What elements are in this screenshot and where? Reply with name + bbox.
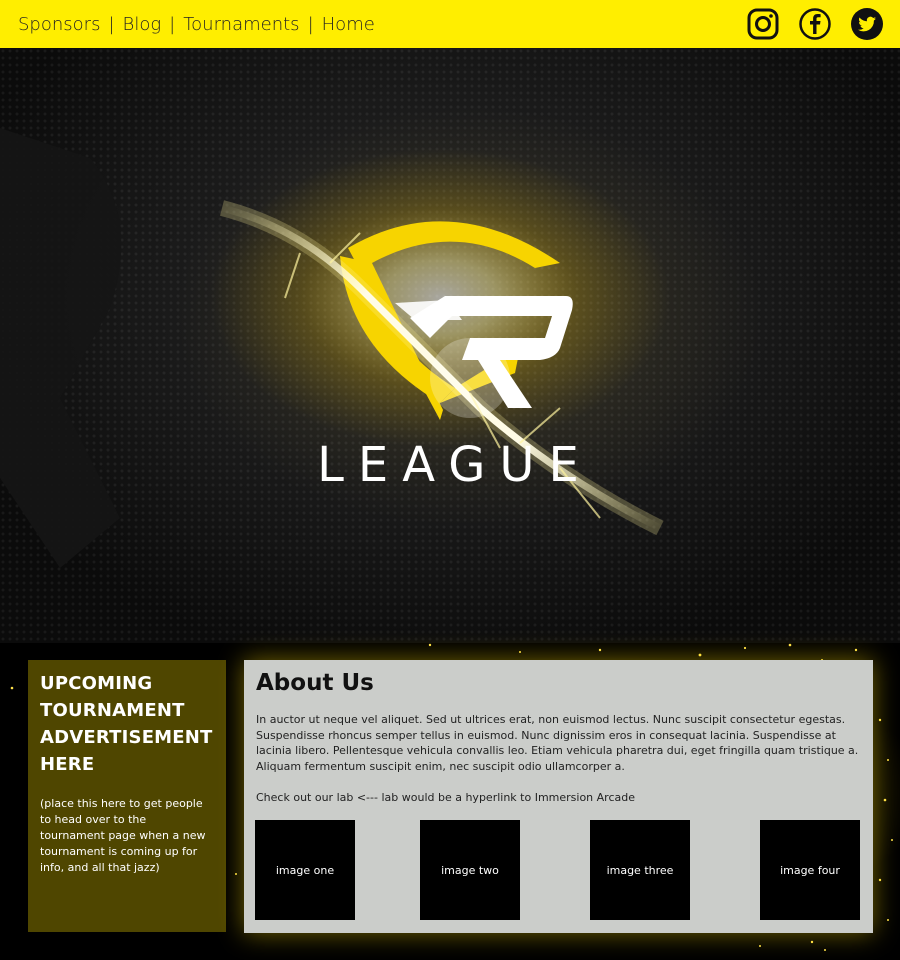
top-nav-bar: Sponsors | Blog | Tournaments | Home — [0, 0, 900, 48]
promo-title: UPCOMING TOURNAMENT ADVERTISEMENT HERE — [40, 673, 213, 775]
tournament-promo-box[interactable]: UPCOMING TOURNAMENT ADVERTISEMENT HERE (… — [28, 660, 226, 932]
about-us-panel: About Us In auctor ut neque vel aliquet.… — [244, 660, 873, 933]
image-gallery: image one image two image three image fo… — [255, 820, 861, 920]
nav-separator: | — [169, 13, 176, 35]
nav-link-blog[interactable]: Blog — [123, 14, 162, 35]
instagram-icon[interactable] — [746, 7, 780, 41]
gallery-image-two[interactable]: image two — [420, 820, 520, 920]
vr-league-logo: LEAGUE — [0, 128, 670, 568]
nav-link-home[interactable]: Home — [322, 14, 375, 35]
about-body-text: In auctor ut neque vel aliquet. Sed ut u… — [256, 713, 859, 773]
social-links — [746, 7, 884, 41]
promo-note: (place this here to get people to head o… — [40, 797, 206, 874]
main-nav: Sponsors | Blog | Tournaments | Home — [18, 14, 375, 35]
nav-separator: | — [108, 13, 115, 35]
about-title: About Us — [256, 670, 374, 696]
gallery-image-four[interactable]: image four — [760, 820, 860, 920]
twitter-icon[interactable] — [850, 7, 884, 41]
facebook-icon[interactable] — [798, 7, 832, 41]
lab-link-line[interactable]: Check out our lab <--- lab would be a hy… — [256, 790, 861, 805]
hero-banner: LEAGUE — [0, 48, 900, 643]
gallery-image-one[interactable]: image one — [255, 820, 355, 920]
nav-separator: | — [307, 13, 314, 35]
gallery-image-three[interactable]: image three — [590, 820, 690, 920]
nav-link-sponsors[interactable]: Sponsors — [18, 14, 100, 35]
nav-link-tournaments[interactable]: Tournaments — [183, 14, 299, 35]
league-wordmark: LEAGUE — [317, 437, 593, 493]
